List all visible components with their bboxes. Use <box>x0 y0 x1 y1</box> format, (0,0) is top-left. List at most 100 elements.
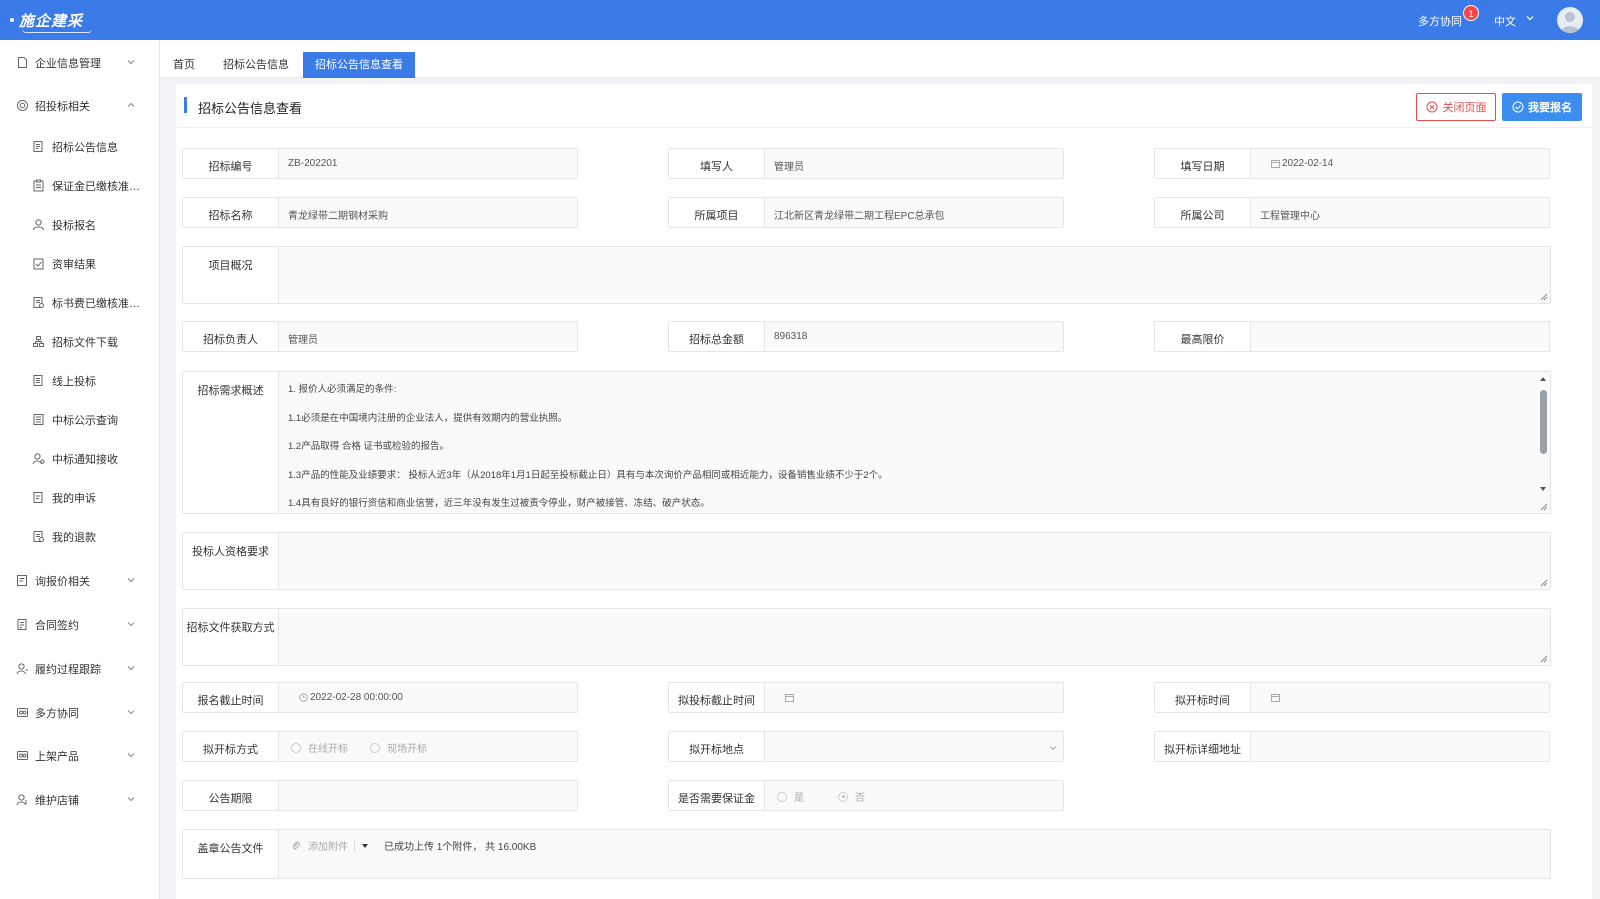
close-page-button[interactable]: 关闭页面 <box>1416 93 1496 121</box>
sidebar-group-label: 询报价相关 <box>35 576 90 588</box>
field-company: 所属公司 工程管理中心 <box>1154 197 1550 228</box>
radio-deposit-yes[interactable]: 是 <box>777 789 804 804</box>
company-value[interactable]: 工程管理中心 <box>1260 207 1320 222</box>
sidebar-item-my-refund[interactable]: 我的退款 <box>0 524 160 548</box>
tab-bid-notice[interactable]: 招标公告信息 <box>211 52 301 78</box>
sidebar-group-bidding[interactable]: 招投标相关 <box>0 93 160 117</box>
sidebar-item-bid-signup[interactable]: 投标报名 <box>0 212 160 236</box>
field-label: 是否需要保证金 <box>669 781 765 810</box>
scrollbar[interactable] <box>1538 374 1548 498</box>
bid-name-value[interactable]: 青龙绿带二期钢材采购 <box>288 207 388 222</box>
field-max-price: 最高限价 <box>1154 321 1550 352</box>
sidebar-item-my-appeal[interactable]: 我的申诉 <box>0 485 160 509</box>
requirements-textarea[interactable]: 1. 报价人必须满足的条件: 1.1必须是在中国境内注册的企业法人，提供有效期内… <box>288 381 1528 524</box>
resize-handle-icon[interactable] <box>1540 579 1548 587</box>
field-label: 拟开标地点 <box>669 732 765 761</box>
calendar-icon[interactable] <box>1271 693 1280 702</box>
tab-home[interactable]: 首页 <box>161 52 207 78</box>
sidebar-item-qualification-result[interactable]: 资审结果 <box>0 251 160 275</box>
requirement-line: 1.1必须是在中国境内注册的企业法人，提供有效期内的营业执照。 <box>288 412 568 424</box>
sidebar-group-products[interactable]: 上架产品 <box>0 743 160 767</box>
radio-deposit-no[interactable]: 否 <box>838 789 865 804</box>
content-panel: 招标公告信息查看 关闭页面 我要报名 招标编号 ZB-202201 填写人 管理… <box>176 84 1592 899</box>
paperclip-icon <box>292 841 300 850</box>
logo[interactable]: 施企建采 <box>10 7 92 33</box>
radio-circle <box>291 742 301 753</box>
radio-label: 是 <box>794 793 804 804</box>
field-label: 招标需求概述 <box>183 372 279 513</box>
radio-onsite-open[interactable]: 现场开标 <box>370 740 427 755</box>
add-attachment-button[interactable]: 添加附件 <box>308 838 348 853</box>
tab-bid-notice-view[interactable]: 招标公告信息查看 <box>303 52 415 78</box>
sidebar-group-quotation[interactable]: 询报价相关 <box>0 568 160 592</box>
radio-circle <box>370 742 380 753</box>
sidebar-group-label: 多方协同 <box>35 708 79 720</box>
sidebar-item-label: 资审结果 <box>52 259 96 271</box>
sidebar: 企业信息管理 招投标相关 招标公告信息 保证金已缴核准名单 投标报名 资审结果 … <box>0 40 160 899</box>
field-project: 所属项目 江北新区青龙绿带二期工程EPC总承包 <box>668 197 1064 228</box>
field-doc-method: 招标文件获取方式 <box>182 608 1551 666</box>
sidebar-item-online-bid[interactable]: 线上投标 <box>0 368 160 392</box>
language-select[interactable]: 中文 <box>1494 13 1516 29</box>
store-user-icon <box>16 794 27 806</box>
sidebar-item-doc-download[interactable]: 招标文件下载 <box>0 329 160 353</box>
tab-bar: 首页 招标公告信息 招标公告信息查看 <box>160 40 1600 78</box>
check-circle-icon <box>1512 101 1524 113</box>
bid-no-value[interactable]: ZB-202201 <box>288 158 337 169</box>
user-avatar-icon <box>1560 12 1580 33</box>
sidebar-group-store[interactable]: 维护店铺 <box>0 787 160 811</box>
scroll-up-icon[interactable] <box>1539 376 1547 382</box>
sidebar-item-label: 中标公示查询 <box>52 415 118 427</box>
project-value[interactable]: 江北新区青龙绿带二期工程EPC总承包 <box>774 207 945 222</box>
chevron-down-icon[interactable] <box>1048 743 1058 753</box>
sidebar-item-label: 招标公告信息 <box>52 142 118 154</box>
field-label: 所属项目 <box>669 198 765 227</box>
field-stamped-file: 盖章公告文件 添加附件 已成功上传 1个附件， 共 16.00KB <box>182 829 1551 879</box>
sidebar-item-award-notice[interactable]: 中标通知接收 <box>0 446 160 470</box>
fee-doc-icon <box>33 297 44 308</box>
resize-handle-icon[interactable] <box>1540 293 1548 301</box>
sidebar-item-label: 投标报名 <box>52 220 96 232</box>
leader-value[interactable]: 管理员 <box>288 331 318 346</box>
sidebar-group-performance-tracking[interactable]: 履约过程跟踪 <box>0 656 160 680</box>
sidebar-group-label: 维护店铺 <box>35 795 79 807</box>
sidebar-item-bid-notice[interactable]: 招标公告信息 <box>0 134 160 158</box>
sidebar-item-deposit-list[interactable]: 保证金已缴核准名单 <box>0 173 160 197</box>
writer-value[interactable]: 管理员 <box>774 158 804 173</box>
calendar-icon[interactable] <box>785 693 794 702</box>
attach-control: 添加附件 已成功上传 1个附件， 共 16.00KB <box>291 838 536 853</box>
sidebar-group-contract[interactable]: 合同签约 <box>0 612 160 636</box>
fill-date-value[interactable]: 2022-02-14 <box>1282 158 1333 169</box>
user-icon <box>33 219 44 231</box>
sidebar-item-fee-list[interactable]: 标书费已缴核准名单 <box>0 290 160 314</box>
sidebar-group-label: 合同签约 <box>35 620 79 632</box>
appeal-icon <box>33 492 43 503</box>
scroll-down-icon[interactable] <box>1539 486 1547 492</box>
clipboard-icon <box>33 179 44 192</box>
signup-deadline-value[interactable]: 2022-02-28 00:00:00 <box>310 692 403 703</box>
sidebar-group-collab[interactable]: 多方协同 <box>0 700 160 724</box>
field-total-amount: 招标总金额 896318 <box>668 321 1064 352</box>
total-amount-value[interactable]: 896318 <box>774 331 807 342</box>
sidebar-item-award-query[interactable]: 中标公示查询 <box>0 407 160 431</box>
caret-down-icon[interactable] <box>361 842 369 850</box>
sidebar-group-enterprise-info[interactable]: 企业信息管理 <box>0 50 160 74</box>
signup-button[interactable]: 我要报名 <box>1502 93 1582 121</box>
sidebar-group-label: 上架产品 <box>35 751 79 763</box>
resize-handle-icon[interactable] <box>1540 655 1548 663</box>
signup-label: 我要报名 <box>1528 102 1572 114</box>
radio-online-open[interactable]: 在线开标 <box>291 740 348 755</box>
field-label: 填写日期 <box>1155 149 1251 178</box>
radio-label: 在线开标 <box>308 744 348 755</box>
chevron-down-icon[interactable] <box>1525 13 1535 23</box>
scroll-thumb[interactable] <box>1540 390 1547 454</box>
close-page-label: 关闭页面 <box>1442 102 1487 114</box>
clock-icon <box>299 693 308 702</box>
field-overview: 项目概况 <box>182 246 1551 304</box>
collab-link[interactable]: 多方协同 <box>1418 13 1462 29</box>
resize-handle-icon[interactable] <box>1540 503 1548 511</box>
field-label: 招标编号 <box>183 149 279 178</box>
chevron-down-icon <box>127 622 135 627</box>
avatar[interactable] <box>1557 7 1583 33</box>
radio-circle <box>777 791 787 802</box>
